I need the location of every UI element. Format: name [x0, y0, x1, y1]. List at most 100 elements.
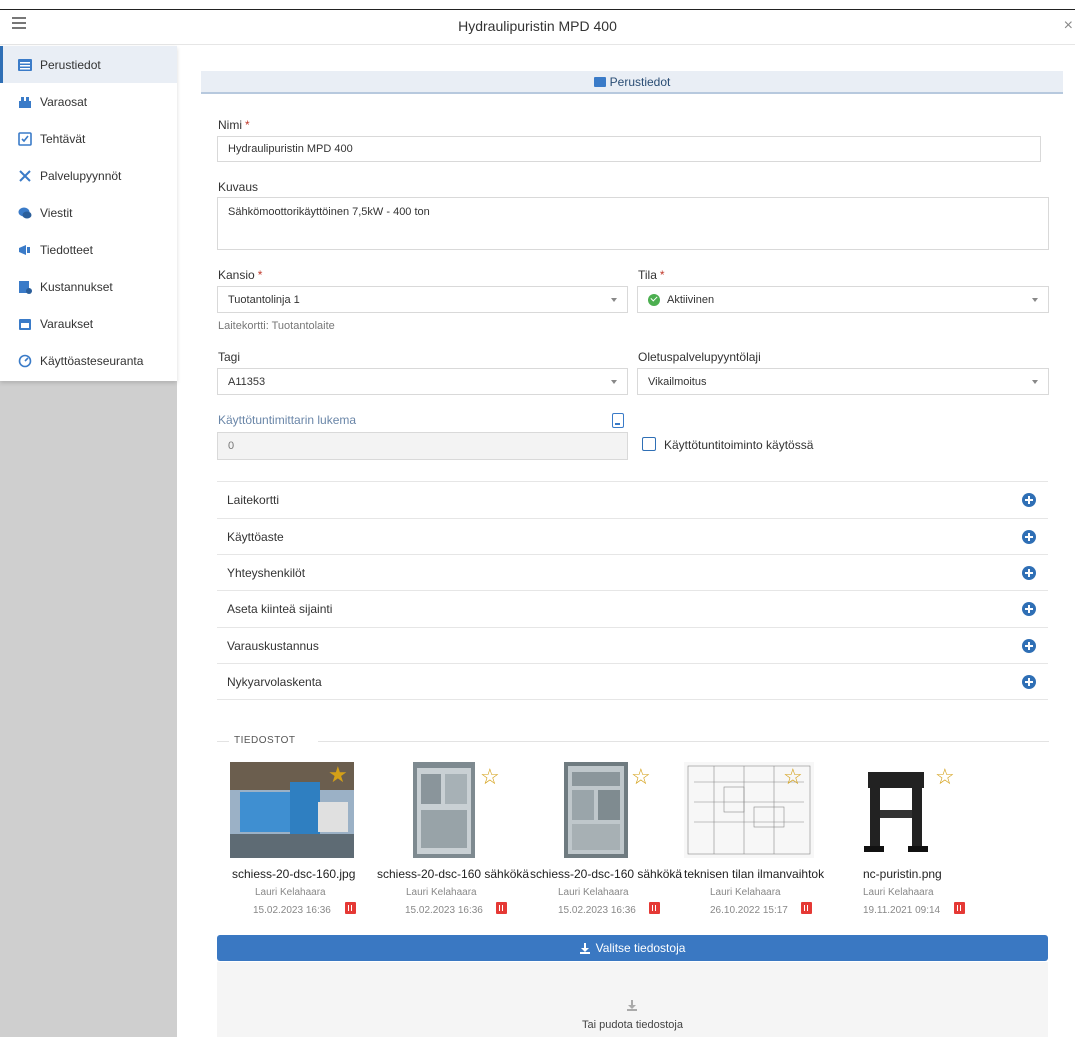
file-name: schiess-20-dsc-160 sähkökä	[377, 867, 530, 881]
accordion-yhteyshenkilot[interactable]: Yhteyshenkilöt	[217, 554, 1048, 591]
files-title: TIEDOSTOT	[234, 735, 296, 746]
folder-select[interactable]: Tuotantolinja 1	[217, 286, 628, 313]
sidebar-item-kayttoasteseuranta[interactable]: Käyttöasteseuranta	[0, 342, 177, 379]
file-date: 19.11.2021 09:14	[863, 905, 941, 916]
sidebar-menu: Perustiedot Varaosat Tehtävät Palvelupyy…	[0, 46, 177, 381]
megaphone-icon	[18, 243, 32, 257]
chevron-down-icon	[611, 297, 617, 302]
chat-icon	[18, 206, 32, 220]
plus-circle-icon[interactable]	[1022, 493, 1036, 507]
sidebar-item-label: Tiedotteet	[40, 242, 93, 257]
sidebar-item-palvelupyynnot[interactable]: Palvelupyynnöt	[0, 157, 177, 194]
accordion-nykyarvolaskenta[interactable]: Nykyarvolaskenta	[217, 663, 1048, 700]
file-author: Lauri Kelahaara	[863, 887, 934, 898]
star-filled-icon[interactable]: ★	[328, 764, 348, 786]
download-icon	[579, 942, 590, 954]
description-label: Kuvaus	[218, 180, 259, 194]
accordion-laitekortti[interactable]: Laitekortti	[217, 481, 1048, 518]
file-thumbnail[interactable]	[413, 762, 475, 858]
document-icon[interactable]	[612, 413, 624, 428]
task-icon	[18, 131, 32, 146]
file-date: 26.10.2022 15:17	[710, 905, 788, 916]
chevron-down-icon	[1032, 297, 1038, 302]
file-thumbnail[interactable]	[860, 762, 932, 858]
meter-field: 0	[217, 432, 628, 460]
service-type-label: Oletuspalvelupyyntölaji	[638, 350, 761, 364]
sidebar-item-label: Varaosat	[40, 94, 88, 109]
dropzone-label: Tai pudota tiedostoja	[582, 1019, 683, 1031]
sidebar-item-label: Viestit	[40, 205, 73, 220]
accordion-kayttoaste[interactable]: Käyttöaste	[217, 518, 1048, 555]
file-name: schiess-20-dsc-160.jpg	[232, 867, 356, 881]
plus-circle-icon[interactable]	[1022, 675, 1036, 689]
folder-hint: Laitekortti: Tuotantolaite	[218, 320, 335, 332]
file-date: 15.02.2023 16:36	[405, 905, 483, 916]
check-circle-icon	[648, 293, 660, 306]
tag-select[interactable]: A11353	[217, 368, 628, 395]
name-field[interactable]: Hydraulipuristin MPD 400	[217, 136, 1041, 162]
sidebar-item-varaukset[interactable]: Varaukset	[0, 305, 177, 342]
sidebar-item-perustiedot[interactable]: Perustiedot	[0, 46, 177, 83]
sidebar-item-tehtavat[interactable]: Tehtävät	[0, 120, 177, 157]
calendar-icon	[18, 317, 32, 331]
star-outline-icon[interactable]: ☆	[783, 766, 803, 788]
close-icon[interactable]: ×	[1064, 18, 1073, 34]
star-outline-icon[interactable]: ☆	[631, 766, 651, 788]
list-icon	[593, 77, 606, 87]
chevron-down-icon	[611, 379, 617, 384]
sidebar-item-label: Käyttöasteseuranta	[40, 353, 144, 368]
folder-label: Kansio *	[218, 268, 263, 282]
file-date: 15.02.2023 16:36	[253, 905, 331, 916]
service-type-select[interactable]: Vikailmoitus	[637, 368, 1049, 395]
section-header: Perustiedot	[201, 71, 1063, 94]
trash-icon[interactable]	[954, 902, 965, 914]
parts-icon	[18, 95, 32, 109]
trash-icon[interactable]	[801, 902, 812, 914]
accordion-varauskustannus[interactable]: Varauskustannus	[217, 627, 1048, 664]
file-dropzone[interactable]: Tai pudota tiedostoja	[217, 962, 1048, 1037]
description-field[interactable]: Sähkömoottorikäyttöinen 7,5kW - 400 ton	[217, 197, 1049, 250]
plus-circle-icon[interactable]	[1022, 639, 1036, 653]
meter-enabled-checkbox[interactable]	[642, 437, 656, 451]
meter-checkbox-label: Käyttötuntitoiminto käytössä	[664, 438, 814, 452]
status-select[interactable]: Aktiivinen	[637, 286, 1049, 313]
file-name: teknisen tilan ilmanvaihtok	[684, 867, 825, 881]
status-label: Tila *	[638, 268, 665, 282]
divider	[318, 741, 1049, 742]
sidebar-item-label: Kustannukset	[40, 279, 113, 294]
window-title: Hydraulipuristin MPD 400	[458, 18, 617, 34]
trash-icon[interactable]	[649, 902, 660, 914]
file-author: Lauri Kelahaara	[255, 887, 326, 898]
sidebar-item-label: Tehtävät	[40, 131, 86, 146]
file-author: Lauri Kelahaara	[558, 887, 629, 898]
divider	[217, 741, 229, 742]
gauge-icon	[18, 354, 32, 368]
star-outline-icon[interactable]: ☆	[480, 766, 500, 788]
select-files-button[interactable]: Valitse tiedostoja	[217, 935, 1048, 961]
title-bar: Hydraulipuristin MPD 400 ×	[0, 0, 1075, 45]
section-title: Perustiedot	[609, 75, 671, 89]
file-author: Lauri Kelahaara	[406, 887, 477, 898]
plus-circle-icon[interactable]	[1022, 530, 1036, 544]
trash-icon[interactable]	[345, 902, 356, 914]
download-icon	[627, 1000, 637, 1011]
tools-icon	[18, 169, 32, 183]
meter-label: Käyttötuntimittarin lukema	[218, 413, 357, 427]
chevron-down-icon	[1032, 379, 1038, 384]
cost-icon	[18, 280, 32, 294]
sidebar-item-label: Perustiedot	[40, 57, 101, 72]
plus-circle-icon[interactable]	[1022, 566, 1036, 580]
name-label: Nimi *	[218, 118, 250, 132]
sidebar-item-tiedotteet[interactable]: Tiedotteet	[0, 231, 177, 268]
plus-circle-icon[interactable]	[1022, 602, 1036, 616]
sidebar-item-kustannukset[interactable]: Kustannukset	[0, 268, 177, 305]
sidebar-item-viestit[interactable]: Viestit	[0, 194, 177, 231]
trash-icon[interactable]	[496, 902, 507, 914]
file-thumbnail[interactable]	[564, 762, 628, 858]
sidebar-item-varaosat[interactable]: Varaosat	[0, 83, 177, 120]
file-name: schiess-20-dsc-160 sähkökä	[530, 867, 683, 881]
star-outline-icon[interactable]: ☆	[935, 766, 955, 788]
accordion-sijainti[interactable]: Aseta kiinteä sijainti	[217, 590, 1048, 627]
file-author: Lauri Kelahaara	[710, 887, 781, 898]
list-icon	[18, 58, 32, 72]
